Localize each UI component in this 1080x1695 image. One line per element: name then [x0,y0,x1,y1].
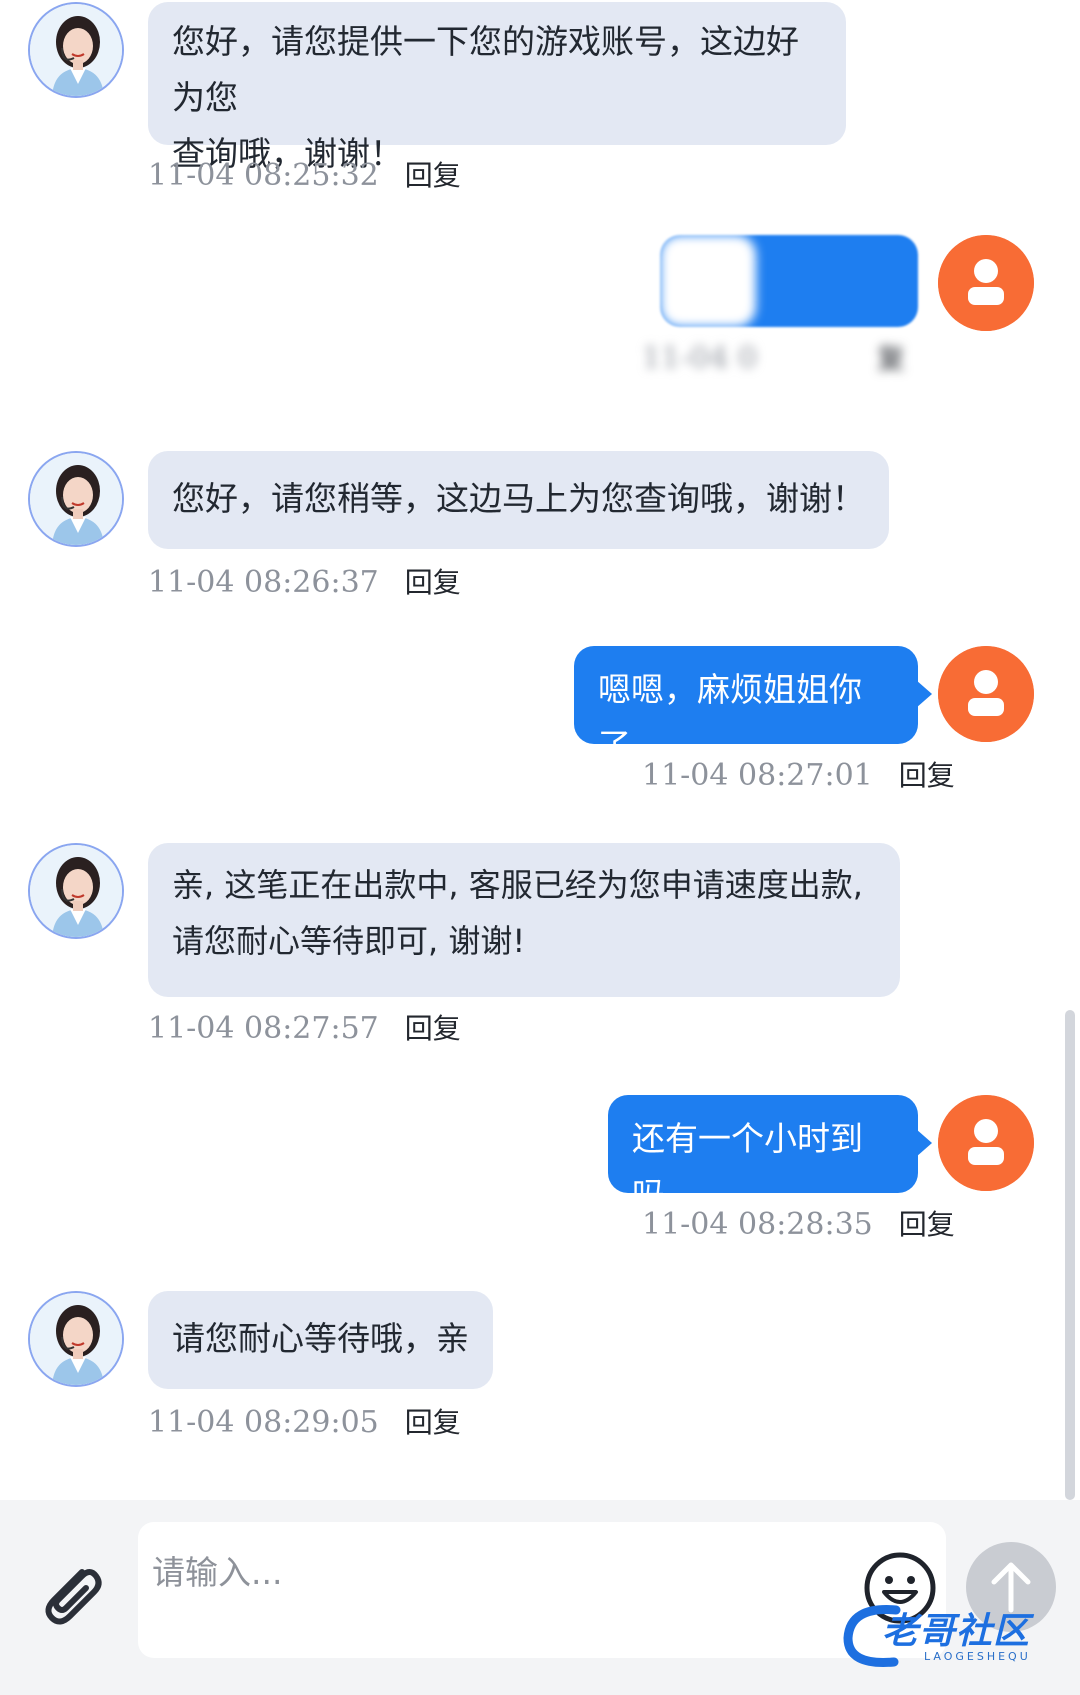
message-meta: 11-04 08:28:35 回复 [642,1205,955,1245]
scrollbar[interactable] [1065,1010,1075,1500]
agent-portrait-icon [30,453,122,545]
reply-link[interactable]: 回复 [899,759,955,792]
reply-link[interactable]: 回复 [405,159,461,192]
agent-message: 您好，请您稍等，这边马上为您查询哦，谢谢！ 11-04 08:26:37 回复 [0,451,1080,600]
agent-portrait-icon [30,4,122,96]
message-timestamp: 11-04 08:29:05 [148,1405,379,1440]
message-timestamp: 11-04 08:25:32 [148,158,379,193]
agent-avatar[interactable] [28,451,124,547]
user-silhouette-icon [938,235,1034,331]
agent-message: 亲, 这笔正在出款中, 客服已经为您申请速度出款, 请您耐心等待即可, 谢谢! … [0,843,1080,1046]
message-input[interactable] [138,1522,946,1658]
message-timestamp: 11-04 08:26:37 [148,565,379,600]
redacted-bubble [660,235,918,327]
user-message: 嗯嗯，麻烦姐姐你了 11-04 08:27:01 回复 [0,646,1080,796]
agent-bubble: 您好，请您稍等，这边马上为您查询哦，谢谢！ [148,451,889,549]
agent-message: 请您耐心等待哦，亲 11-04 08:29:05 回复 [0,1291,1080,1441]
reply-link[interactable]: 回复 [405,566,461,599]
message-timestamp: 11-04 0 [642,341,758,376]
reply-link[interactable]: 回复 [899,1208,955,1241]
user-silhouette-icon [938,1095,1034,1191]
watermark-logo: 老哥社区 LAOGESHEQU [836,1592,1072,1682]
agent-bubble: 您好，请您提供一下您的游戏账号，这边好为您 查询哦，谢谢！ [148,2,846,173]
reply-link[interactable]: 复 [877,342,905,375]
message-timestamp: 11-04 08:27:01 [642,758,873,793]
agent-portrait-icon [30,845,122,937]
user-message: 还有一个小时到吗 11-04 08:28:35 回复 [0,1095,1080,1245]
reply-link[interactable]: 回复 [405,1012,461,1045]
user-avatar[interactable] [938,235,1034,331]
agent-avatar[interactable] [28,1291,124,1387]
message-timestamp: 11-04 08:27:57 [148,1011,379,1046]
message-meta: 11-04 08:27:57 回复 [148,1009,461,1049]
message-timestamp: 11-04 08:28:35 [642,1207,873,1242]
user-avatar[interactable] [938,646,1034,742]
message-meta: 11-04 08:29:05 回复 [148,1403,461,1443]
user-bubble: 嗯嗯，麻烦姐姐你了 [574,646,932,765]
reply-link[interactable]: 回复 [405,1406,461,1439]
user-avatar[interactable] [938,1095,1034,1191]
agent-bubble: 请您耐心等待哦，亲 [148,1291,493,1389]
user-silhouette-icon [938,646,1034,742]
user-message: 11-04 0 复 [0,235,1080,380]
agent-message: 您好，请您提供一下您的游戏账号，这边好为您 查询哦，谢谢！ 11-04 08:2… [0,2,1080,197]
message-meta: 11-04 0 复 [642,339,905,379]
message-composer: 老哥社区 LAOGESHEQU [0,1500,1080,1695]
message-meta: 11-04 08:26:37 回复 [148,563,461,603]
agent-avatar[interactable] [28,2,124,98]
watermark-text: 老哥社区 [882,1611,1031,1652]
agent-portrait-icon [30,1293,122,1385]
watermark-subtext: LAOGESHEQU [924,1650,1031,1663]
chat-area[interactable]: 您好，请您提供一下您的游戏账号，这边好为您 查询哦，谢谢！ 11-04 08:2… [0,0,1080,1500]
user-bubble: 还有一个小时到吗 [608,1095,932,1214]
message-meta: 11-04 08:25:32 回复 [148,156,461,196]
paperclip-icon [45,1569,102,1625]
agent-avatar[interactable] [28,843,124,939]
agent-bubble: 亲, 这笔正在出款中, 客服已经为您申请速度出款, 请您耐心等待即可, 谢谢! [148,843,900,997]
attach-button[interactable] [30,1554,110,1634]
message-meta: 11-04 08:27:01 回复 [642,756,955,796]
